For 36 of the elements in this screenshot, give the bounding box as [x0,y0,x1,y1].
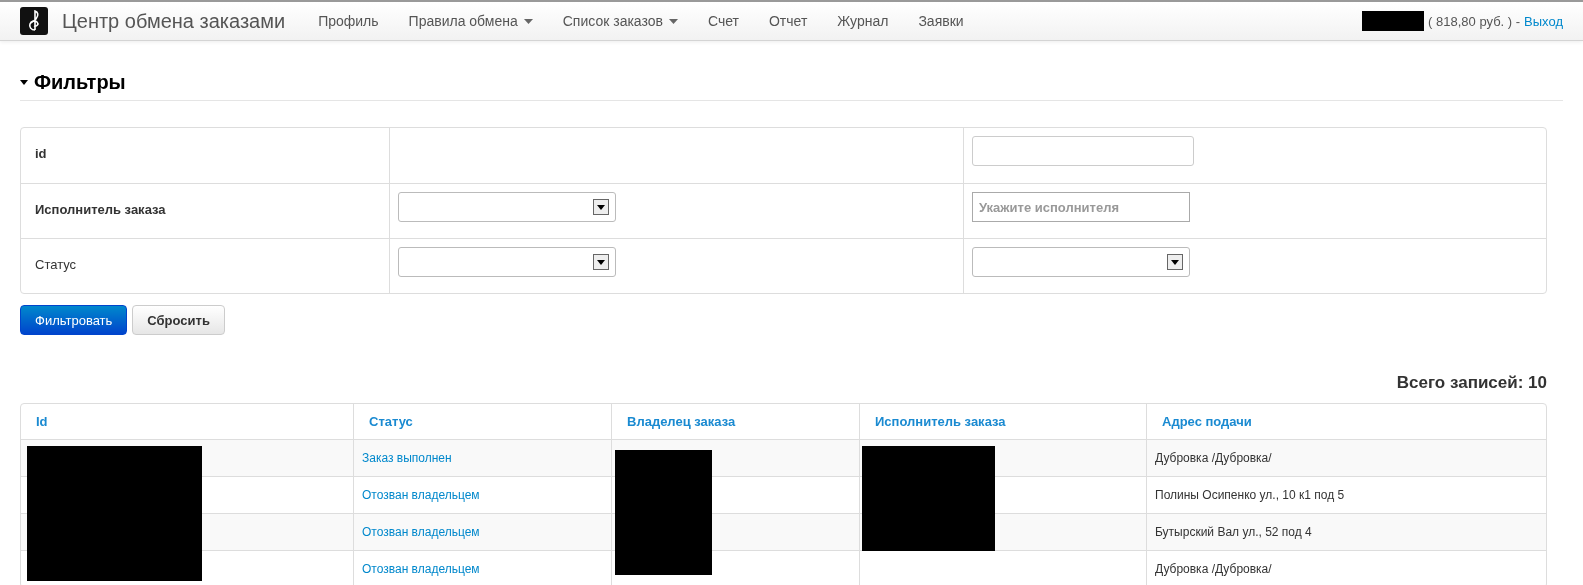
status-link[interactable]: Заказ выполнен [362,451,452,465]
nav-item[interactable]: Профиль [303,13,394,29]
nav-item[interactable]: Правила обмена [393,13,548,29]
filter-label: Исполнитель заказа [35,202,166,217]
logo-icon [20,7,48,35]
table-cell: Полины Осипенко ул., 10 к1 под 5 [1155,488,1345,502]
total-count: Всего записей: 10 [1395,373,1547,393]
collapse-caret-icon[interactable] [20,80,28,85]
brand-title[interactable]: Центр обмена заказами [62,9,286,33]
nav-item[interactable]: Журнал [822,13,904,29]
filter-label: Статус [35,257,77,272]
column-header[interactable]: Id [21,404,353,439]
status-link[interactable]: Отозван владельцем [362,562,480,576]
filter-button[interactable]: Фильтровать [20,305,128,335]
text-field[interactable] [972,136,1194,166]
nav-item[interactable]: Отчет [753,13,823,29]
select-field[interactable] [972,247,1190,277]
nav-item[interactable]: Заявки [903,13,979,29]
logout-link[interactable]: Выход [1524,13,1563,29]
status-link[interactable]: Отозван владельцем [362,488,480,502]
select-field[interactable] [398,247,616,277]
filter-label: id [35,146,47,161]
reset-button[interactable]: Сбросить [132,305,225,335]
balance-text: ( 818,80 руб. ) - [1428,13,1521,29]
text-field[interactable]: Укажите исполнителя [972,192,1190,222]
select-field[interactable] [398,192,616,222]
section-title: Фильтры [34,71,126,94]
nav-item[interactable]: Список заказов [547,13,693,29]
table-cell: Дубровка /Дубровка/ [1155,562,1272,576]
nav-item[interactable]: Счет [693,13,754,29]
status-link[interactable]: Отозван владельцем [362,525,480,539]
redaction-block [1362,11,1425,31]
table-cell: Бутырский Вал ул., 52 под 4 [1155,525,1312,539]
table-cell: Дубровка /Дубровка/ [1155,451,1272,465]
caret-icon [523,18,533,24]
caret-icon [669,18,678,24]
